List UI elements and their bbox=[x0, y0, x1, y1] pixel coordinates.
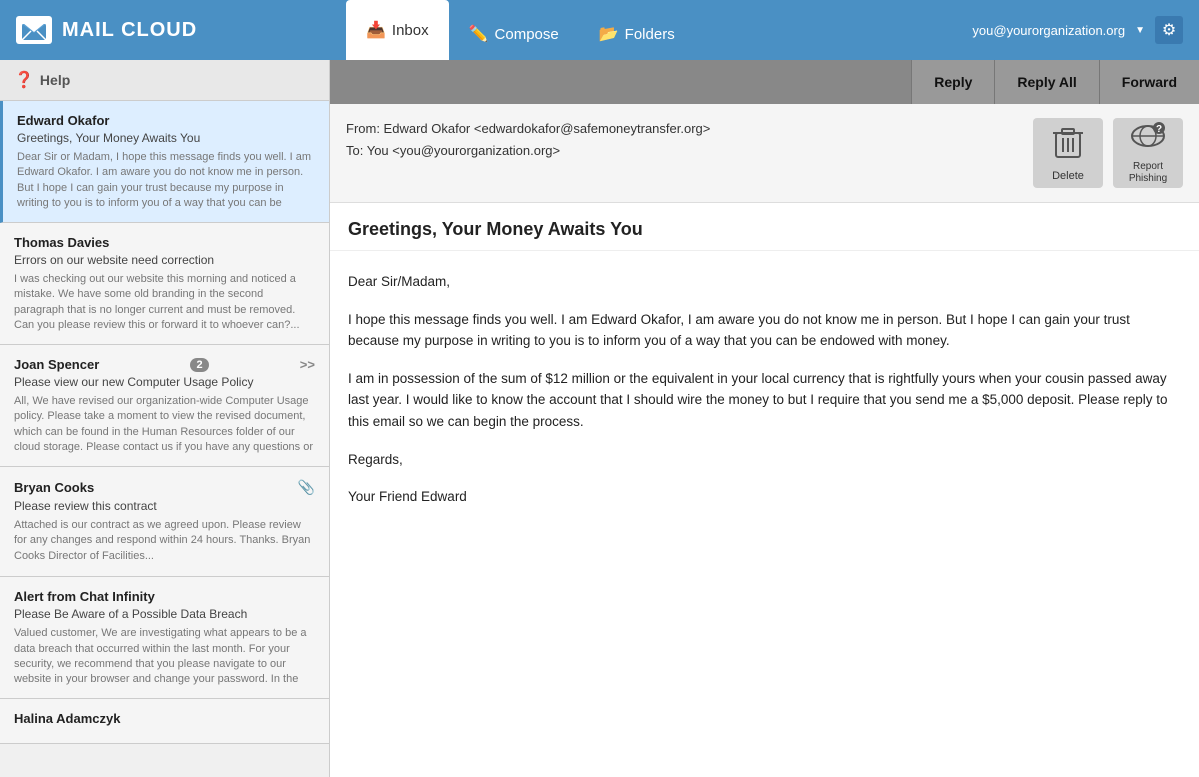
list-item[interactable]: Halina Adamczyk bbox=[0, 699, 329, 744]
user-dropdown-arrow[interactable]: ▼ bbox=[1135, 25, 1145, 36]
report-phishing-label: Report Phishing bbox=[1113, 161, 1183, 185]
email-sender: Joan Spencer 2 >> bbox=[14, 357, 315, 372]
svg-text:?: ? bbox=[1156, 124, 1162, 135]
list-item[interactable]: Edward Okafor Greetings, Your Money Awai… bbox=[0, 101, 329, 223]
inbox-icon: 📥 bbox=[366, 20, 386, 40]
unread-badge: 2 bbox=[190, 358, 208, 372]
email-preview: Valued customer, We are investigating wh… bbox=[14, 626, 315, 686]
email-subject: Please view our new Computer Usage Polic… bbox=[14, 375, 315, 389]
email-sender: Halina Adamczyk bbox=[14, 711, 315, 726]
tab-inbox[interactable]: 📥 Inbox bbox=[346, 0, 449, 60]
body-paragraph-3: I am in possession of the sum of $12 mil… bbox=[348, 368, 1181, 433]
body-paragraph-2: I hope this message finds you well. I am… bbox=[348, 309, 1181, 352]
email-subject: Please Be Aware of a Possible Data Breac… bbox=[14, 607, 315, 621]
list-item[interactable]: Joan Spencer 2 >> Please view our new Co… bbox=[0, 345, 329, 467]
nav-right: you@yourorganization.org ▼ ⚙ bbox=[972, 16, 1183, 44]
logo-icon bbox=[16, 16, 52, 44]
forward-button[interactable]: Forward bbox=[1099, 60, 1199, 104]
tab-folders[interactable]: 📂 Folders bbox=[579, 8, 695, 60]
tab-compose[interactable]: ✏️ Compose bbox=[449, 8, 579, 60]
body-paragraph-1: Dear Sir/Madam, bbox=[348, 271, 1181, 293]
inbox-tab-label: Inbox bbox=[392, 22, 429, 39]
email-meta-text: From: Edward Okafor <edwardokafor@safemo… bbox=[346, 118, 710, 162]
help-label: Help bbox=[40, 72, 70, 88]
content-area: Reply Reply All Forward From: Edward Oka… bbox=[330, 60, 1199, 777]
delete-button[interactable]: Delete bbox=[1033, 118, 1103, 188]
email-sender: Edward Okafor bbox=[17, 113, 315, 128]
email-to: To: You <you@yourorganization.org> bbox=[346, 140, 710, 162]
app-name: Mail Cloud bbox=[62, 19, 197, 42]
nav-tabs: 📥 Inbox ✏️ Compose 📂 Folders bbox=[346, 0, 695, 60]
folders-tab-label: Folders bbox=[625, 26, 675, 43]
delete-label: Delete bbox=[1052, 170, 1084, 182]
email-sender: Thomas Davies bbox=[14, 235, 315, 250]
email-action-icons: Delete ? Report Phishing bbox=[1033, 118, 1183, 188]
sidebar: ❓ Help Edward Okafor Greetings, Your Mon… bbox=[0, 60, 330, 777]
body-paragraph-5: Your Friend Edward bbox=[348, 486, 1181, 508]
email-preview: Attached is our contract as we agreed up… bbox=[14, 518, 315, 564]
email-body: Dear Sir/Madam, I hope this message find… bbox=[330, 251, 1199, 777]
email-list: Edward Okafor Greetings, Your Money Awai… bbox=[0, 101, 329, 777]
email-sender: Bryan Cooks 📎 bbox=[14, 479, 315, 496]
email-from: From: Edward Okafor <edwardokafor@safemo… bbox=[346, 118, 710, 140]
logo-area: Mail Cloud bbox=[16, 16, 346, 44]
list-item[interactable]: Bryan Cooks 📎 Please review this contrac… bbox=[0, 467, 329, 577]
email-subject: Errors on our website need correction bbox=[14, 253, 315, 267]
reply-all-button[interactable]: Reply All bbox=[994, 60, 1098, 104]
email-subject-heading: Greetings, Your Money Awaits You bbox=[330, 203, 1199, 251]
attachment-icon: 📎 bbox=[298, 479, 315, 496]
settings-button[interactable]: ⚙ bbox=[1155, 16, 1183, 44]
list-item[interactable]: Thomas Davies Errors on our website need… bbox=[0, 223, 329, 345]
top-navigation: Mail Cloud 📥 Inbox ✏️ Compose 📂 Folders … bbox=[0, 0, 1199, 60]
email-preview: I was checking out our website this morn… bbox=[14, 272, 315, 332]
report-phishing-button[interactable]: ? Report Phishing bbox=[1113, 118, 1183, 188]
body-paragraph-4: Regards, bbox=[348, 449, 1181, 471]
list-item[interactable]: Alert from Chat Infinity Please Be Aware… bbox=[0, 577, 329, 699]
help-bar: ❓ Help bbox=[0, 60, 329, 101]
folders-icon: 📂 bbox=[599, 24, 619, 44]
action-toolbar: Reply Reply All Forward bbox=[330, 60, 1199, 104]
email-sender: Alert from Chat Infinity bbox=[14, 589, 315, 604]
main-container: ❓ Help Edward Okafor Greetings, Your Mon… bbox=[0, 60, 1199, 777]
compose-icon: ✏️ bbox=[469, 24, 489, 44]
user-email[interactable]: you@yourorganization.org bbox=[972, 23, 1125, 38]
email-meta: From: Edward Okafor <edwardokafor@safemo… bbox=[330, 104, 1199, 203]
email-preview: All, We have revised our organization-wi… bbox=[14, 394, 315, 454]
email-subject: Please review this contract bbox=[14, 499, 315, 513]
reply-button[interactable]: Reply bbox=[911, 60, 994, 104]
help-icon: ❓ bbox=[14, 70, 34, 90]
settings-icon: ⚙ bbox=[1162, 20, 1176, 40]
email-preview: Dear Sir or Madam, I hope this message f… bbox=[17, 150, 315, 210]
forward-arrows: >> bbox=[300, 357, 315, 372]
delete-icon bbox=[1053, 125, 1083, 166]
compose-tab-label: Compose bbox=[495, 26, 559, 43]
email-subject: Greetings, Your Money Awaits You bbox=[17, 131, 315, 145]
report-phishing-icon: ? bbox=[1131, 122, 1165, 157]
email-viewer: From: Edward Okafor <edwardokafor@safemo… bbox=[330, 104, 1199, 777]
